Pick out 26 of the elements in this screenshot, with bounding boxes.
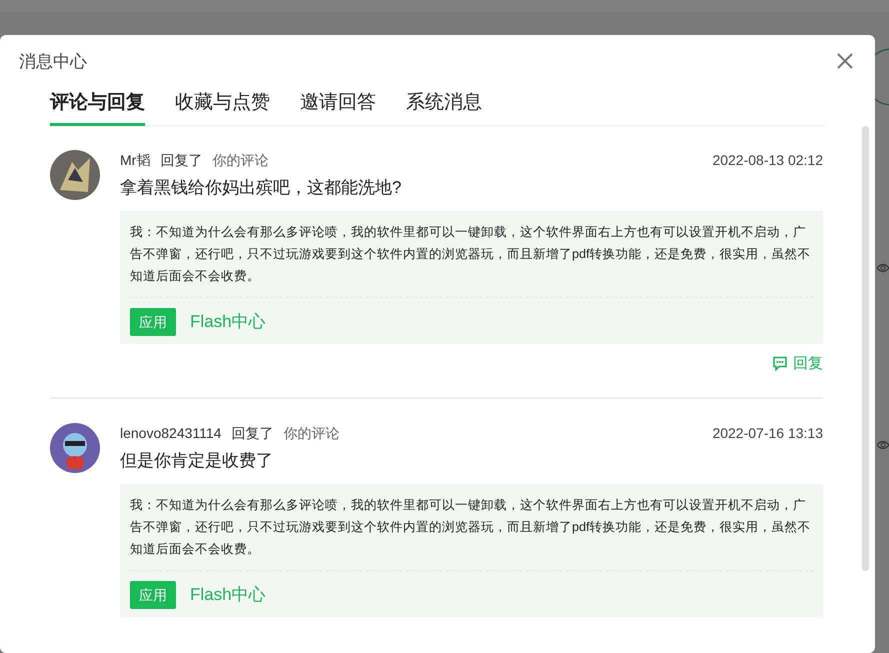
timestamp: 2022-07-16 13:13 [712,425,823,441]
app-badge: 应用 [130,308,176,336]
quoted-comment: 我：不知道为什么会有那么多评论喷，我的软件里都可以一键卸载，这个软件界面右上方也有可以设置开机不启动，广告不弹窗，还行吧，只不过玩游戏要到这个软件内置的浏览器玩，而且新增了pdf转换功能，还是免费，很实用，虽然不知道后面会不会收费。 [130,497,812,558]
dialog-title: 消息中心 [19,50,87,72]
chat-bubble-icon [772,356,788,371]
timestamp: 2022-08-13 02:12 [712,152,823,168]
eye-icon [877,440,889,450]
close-icon[interactable] [836,52,854,70]
tab[interactable]: 邀请回答 [300,89,376,126]
user-name[interactable]: Mr韬 [120,152,150,170]
tab[interactable]: 评论与回复 [50,89,145,126]
action-text: 回复了 [160,152,202,170]
app-badge: 应用 [130,581,176,609]
avatar-icon[interactable] [50,423,100,473]
eye-icon [877,263,889,273]
action-text: 回复了 [231,425,274,443]
quoted-comment: 我：不知道为什么会有那么多评论喷，我的软件里都可以一键卸载，这个软件界面右上方也有可以设置开机不启动，广告不弹窗，还行吧，只不过玩游戏要到这个软件内置的浏览器玩，而且新增了pdf转换功能，还是免费，很实用，虽然不知道后面会不会收费。 [130,224,812,285]
avatar-icon[interactable] [50,150,100,200]
reply-text: 拿着黑钱给你妈出殡吧，这都能洗地? [120,177,402,199]
reply-text: 但是你肯定是收费了 [120,450,274,472]
scrollbar[interactable] [862,126,869,571]
user-name[interactable]: lenovo82431114 [120,425,222,441]
target-link[interactable]: 你的评论 [212,152,268,170]
tab[interactable]: 收藏与点赞 [175,89,270,126]
tab[interactable]: 系统消息 [406,89,482,126]
target-link[interactable]: 你的评论 [283,425,340,443]
